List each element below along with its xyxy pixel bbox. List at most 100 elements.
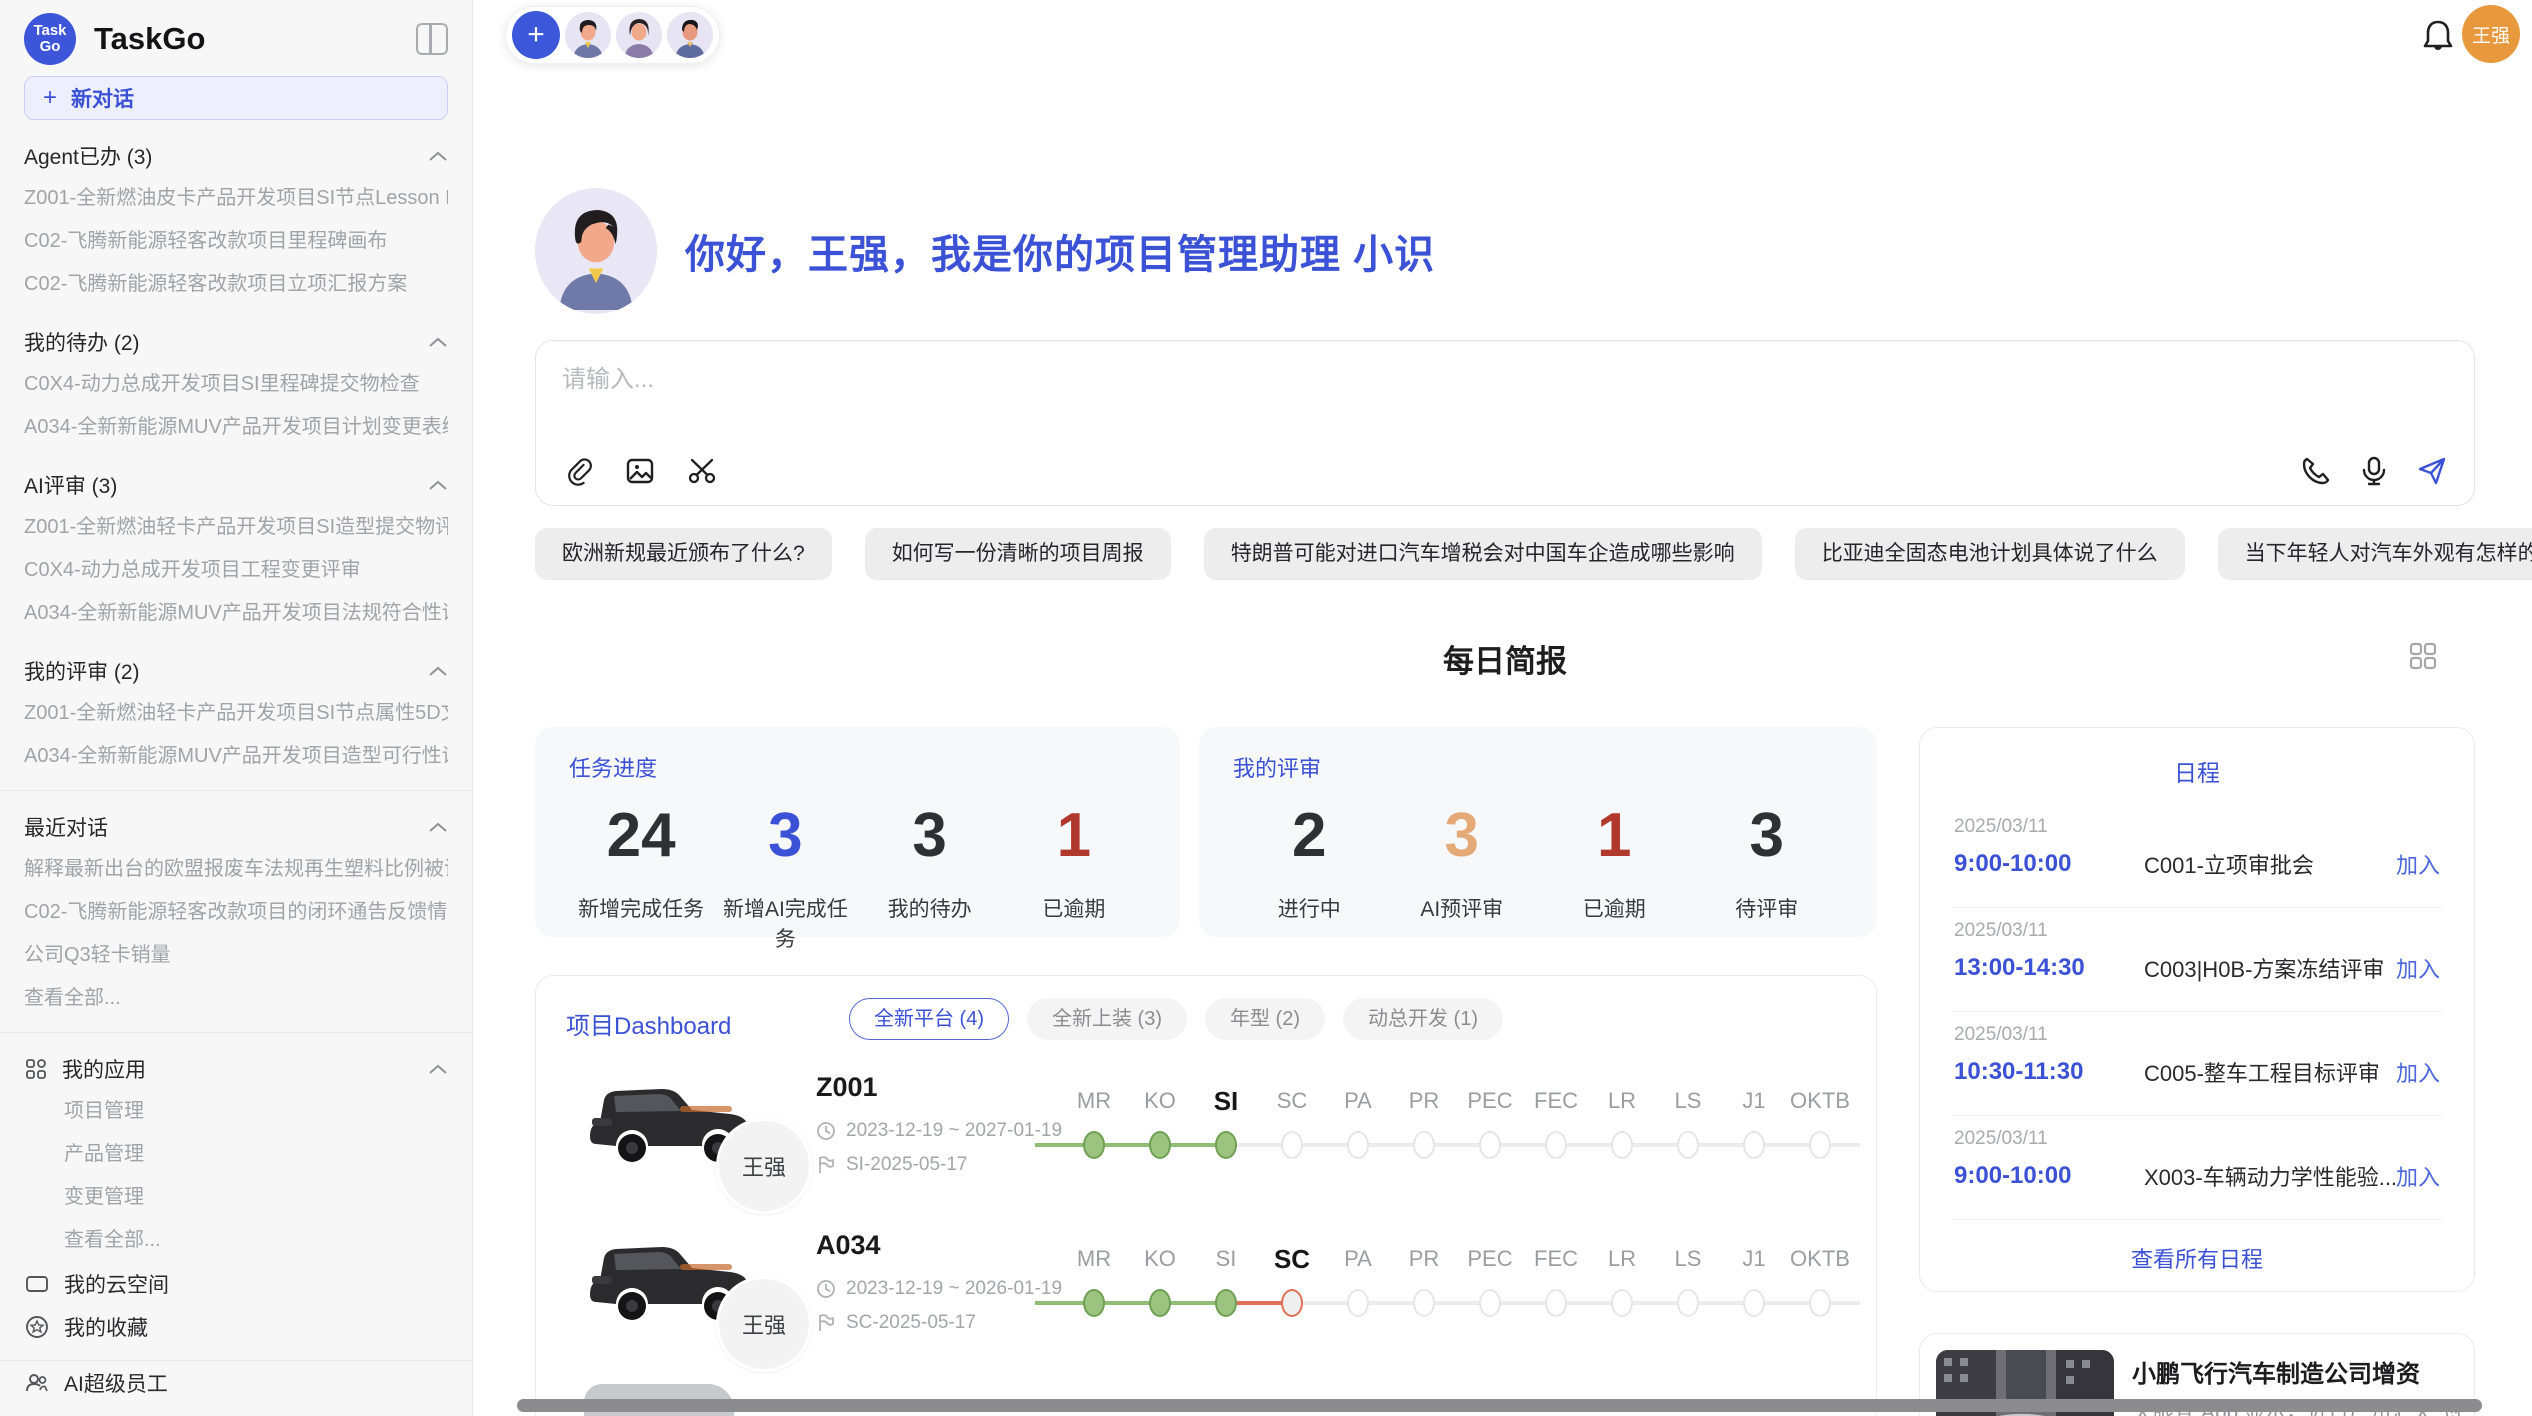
sidebar-task-item[interactable]: C0X4-动力总成开发项目SI里程碑提交物检查 xyxy=(24,363,448,406)
schedule-name: X003-车辆动力学性能验... xyxy=(2144,1160,2396,1192)
schedule-item[interactable]: 2025/03/119:00-10:00C001-立项审批会加入 xyxy=(1920,804,2474,908)
milestone-label-FEC: FEC xyxy=(1523,1084,1589,1118)
screenshot-scissors-icon[interactable] xyxy=(686,455,718,487)
sidebar-link-favorites[interactable]: 我的收藏 xyxy=(24,1305,448,1348)
schedule-item[interactable]: 2025/03/1113:00-14:30C003|H0B-方案冻结评审加入 xyxy=(1920,908,2474,1012)
agent-avatar-2[interactable] xyxy=(616,12,662,58)
project-row-Z001[interactable]: 王强Z0012023-12-19 ~ 2027-01-19SI-2025-05-… xyxy=(566,1054,1846,1204)
milestone-dot-FEC xyxy=(1545,1131,1567,1159)
sidebar-section-header[interactable]: Agent已办 (3) xyxy=(24,134,448,177)
suggestion-chip[interactable]: 欧洲新规最近颁布了什么? xyxy=(535,528,832,580)
stat-metric: 3我的待办 xyxy=(858,801,1002,953)
suggestion-chip[interactable]: 当下年轻人对汽车外观有怎样的喜好趋势 xyxy=(2218,528,2532,580)
sidebar-header: Task Go TaskGo xyxy=(24,10,448,68)
sidebar-sections: Agent已办 (3)Z001-全新燃油皮卡产品开发项目SI节点Lesson L… xyxy=(24,134,448,778)
add-agent-button[interactable]: + xyxy=(512,11,560,59)
image-upload-icon[interactable] xyxy=(624,455,656,487)
sidebar-section-header[interactable]: 我的待办 (2) xyxy=(24,320,448,363)
attachment-icon[interactable] xyxy=(562,455,594,487)
sidebar-task-item[interactable]: Z001-全新燃油轻卡产品开发项目SI造型提交物评审 xyxy=(24,506,448,549)
my-apps-item[interactable]: 变更管理 xyxy=(24,1176,448,1219)
milestone-labels: MRKOSISCPAPRPECFECLRLSJ1OKTB xyxy=(1061,1084,1853,1118)
my-apps-item[interactable]: 项目管理 xyxy=(24,1090,448,1133)
join-meeting-link[interactable]: 加入 xyxy=(2396,1056,2440,1088)
sidebar-task-item[interactable]: C02-飞腾新能源轻客改款项目立项汇报方案 xyxy=(24,263,448,306)
sidebar-collapse-icon[interactable] xyxy=(416,23,448,55)
schedule-item[interactable]: 2025/03/119:00-10:00X003-车辆动力学性能验...加入 xyxy=(1920,1116,2474,1220)
milestone-label-OKTB: OKTB xyxy=(1787,1242,1853,1276)
join-meeting-link[interactable]: 加入 xyxy=(2396,1160,2440,1192)
assistant-avatar xyxy=(535,188,657,314)
news-title: 小鹏飞行汽车制造公司增资 xyxy=(2132,1354,2420,1389)
layout-grid-icon[interactable] xyxy=(2407,640,2439,672)
recent-conversation-item[interactable]: 查看全部... xyxy=(24,977,448,1020)
milestone-label-PA: PA xyxy=(1325,1242,1391,1276)
suggestion-chip[interactable]: 如何写一份清晰的项目周报 xyxy=(865,528,1171,580)
dashboard-tab[interactable]: 动总开发 (1) xyxy=(1343,998,1503,1040)
notification-bell-icon[interactable] xyxy=(2421,18,2455,54)
project-dates-text: 2023-12-19 ~ 2027-01-19 xyxy=(846,1120,1062,1142)
link-label: 我的收藏 xyxy=(64,1312,148,1342)
send-icon[interactable] xyxy=(2416,455,2448,487)
milestone-label-PR: PR xyxy=(1391,1242,1457,1276)
user-avatar[interactable]: 王强 xyxy=(2462,5,2520,63)
main-area: + 王强 你好，王强，我是你的项目管理助理 小识 xyxy=(473,0,2532,1416)
my-apps-item[interactable]: 查看全部... xyxy=(24,1219,448,1262)
milestone-dot-PR xyxy=(1413,1131,1435,1159)
recent-conversation-item[interactable]: 解释最新出台的欧盟报废车法规再生塑料比例被调至15%... xyxy=(24,848,448,891)
project-code: Z001 xyxy=(816,1072,878,1103)
recent-conversations-header[interactable]: 最近对话 xyxy=(24,805,448,848)
agent-avatar-3[interactable] xyxy=(667,12,713,58)
agent-avatar-1[interactable] xyxy=(565,12,611,58)
sidebar-section-header[interactable]: 我的评审 (2) xyxy=(24,649,448,692)
milestone-dot-FEC xyxy=(1545,1289,1567,1317)
stat-value: 1 xyxy=(1002,801,1146,871)
suggestion-chip[interactable]: 特朗普可能对进口汽车增税会对中国车企造成哪些影响 xyxy=(1204,528,1762,580)
schedule-name: C005-整车工程目标评审 xyxy=(2144,1056,2396,1088)
my-apps-header[interactable]: 我的应用 xyxy=(24,1047,448,1090)
join-meeting-link[interactable]: 加入 xyxy=(2396,848,2440,880)
sidebar-task-item[interactable]: A034-全新新能源MUV产品开发项目计划变更表编写 xyxy=(24,406,448,449)
dashboard-tab[interactable]: 全新上装 (3) xyxy=(1027,998,1187,1040)
new-chat-label: 新对话 xyxy=(71,83,134,113)
project-dates: 2023-12-19 ~ 2026-01-19 xyxy=(816,1278,1062,1300)
milestone-label-SI: SI xyxy=(1193,1242,1259,1276)
sidebar-task-item[interactable]: Z001-全新燃油轻卡产品开发项目SI节点属性5D文件评审 xyxy=(24,692,448,735)
recent-conversation-item[interactable]: C02-飞腾新能源轻客改款项目的闭环通告反馈情况 xyxy=(24,891,448,934)
new-chat-button[interactable]: + 新对话 xyxy=(24,76,448,120)
sidebar-tool-ai-staff[interactable]: AI超级员工 xyxy=(24,1361,448,1404)
stat-metric: 3新增AI完成任务 xyxy=(713,801,857,953)
voice-call-icon[interactable] xyxy=(2300,455,2332,487)
schedule-date: 2025/03/11 xyxy=(1954,1024,2440,1046)
sidebar-link-cloud-space[interactable]: 我的云空间 xyxy=(24,1262,448,1305)
sidebar-tool-write-helper[interactable]: 帮我写作 xyxy=(24,1404,448,1416)
schedule-title: 日程 xyxy=(1920,754,2474,788)
microphone-icon[interactable] xyxy=(2358,455,2390,487)
view-all-schedule-link[interactable]: 查看所有日程 xyxy=(1920,1242,2474,1274)
sidebar-task-item[interactable]: A034-全新新能源MUV产品开发项目造型可行性评审 xyxy=(24,735,448,778)
agent-switcher-pill: + xyxy=(505,6,720,64)
recent-conversation-item[interactable]: 公司Q3轻卡销量 xyxy=(24,934,448,977)
join-meeting-link[interactable]: 加入 xyxy=(2396,952,2440,984)
project-row-A034[interactable]: 王强A0342023-12-19 ~ 2026-01-19SC-2025-05-… xyxy=(566,1212,1846,1362)
sidebar-links: 我的云空间我的收藏 xyxy=(24,1262,448,1348)
stat-metric: 2进行中 xyxy=(1233,801,1386,923)
suggestion-chip[interactable]: 比亚迪全固态电池计划具体说了什么 xyxy=(1795,528,2185,580)
dashboard-tab[interactable]: 年型 (2) xyxy=(1205,998,1325,1040)
dashboard-tabs: 全新平台 (4) 全新上装 (3) 年型 (2) 动总开发 (1) xyxy=(849,998,1503,1040)
greeting-text: 你好，王强，我是你的项目管理助理 小识 xyxy=(685,222,1435,280)
sidebar-task-item[interactable]: Z001-全新燃油皮卡产品开发项目SI节点Lesson Learn报告 xyxy=(24,177,448,220)
sidebar-section-header[interactable]: AI评审 (3) xyxy=(24,463,448,506)
schedule-item[interactable]: 2025/03/1110:30-11:30C005-整车工程目标评审加入 xyxy=(1920,1012,2474,1116)
dashboard-tab[interactable]: 全新平台 (4) xyxy=(849,998,1009,1040)
divider xyxy=(0,790,472,791)
horizontal-scrollbar[interactable] xyxy=(517,1399,2482,1412)
my-apps-item[interactable]: 产品管理 xyxy=(24,1133,448,1176)
sidebar-task-item[interactable]: C02-飞腾新能源轻客改款项目里程碑画布 xyxy=(24,220,448,263)
stat-label: 进行中 xyxy=(1233,893,1386,923)
milestone-dot-J1 xyxy=(1743,1131,1765,1159)
milestone-dot-KO xyxy=(1149,1289,1171,1317)
chat-input[interactable] xyxy=(562,359,2262,429)
sidebar-task-item[interactable]: A034-全新新能源MUV产品开发项目法规符合性评审 xyxy=(24,592,448,635)
sidebar-task-item[interactable]: C0X4-动力总成开发项目工程变更评审 xyxy=(24,549,448,592)
